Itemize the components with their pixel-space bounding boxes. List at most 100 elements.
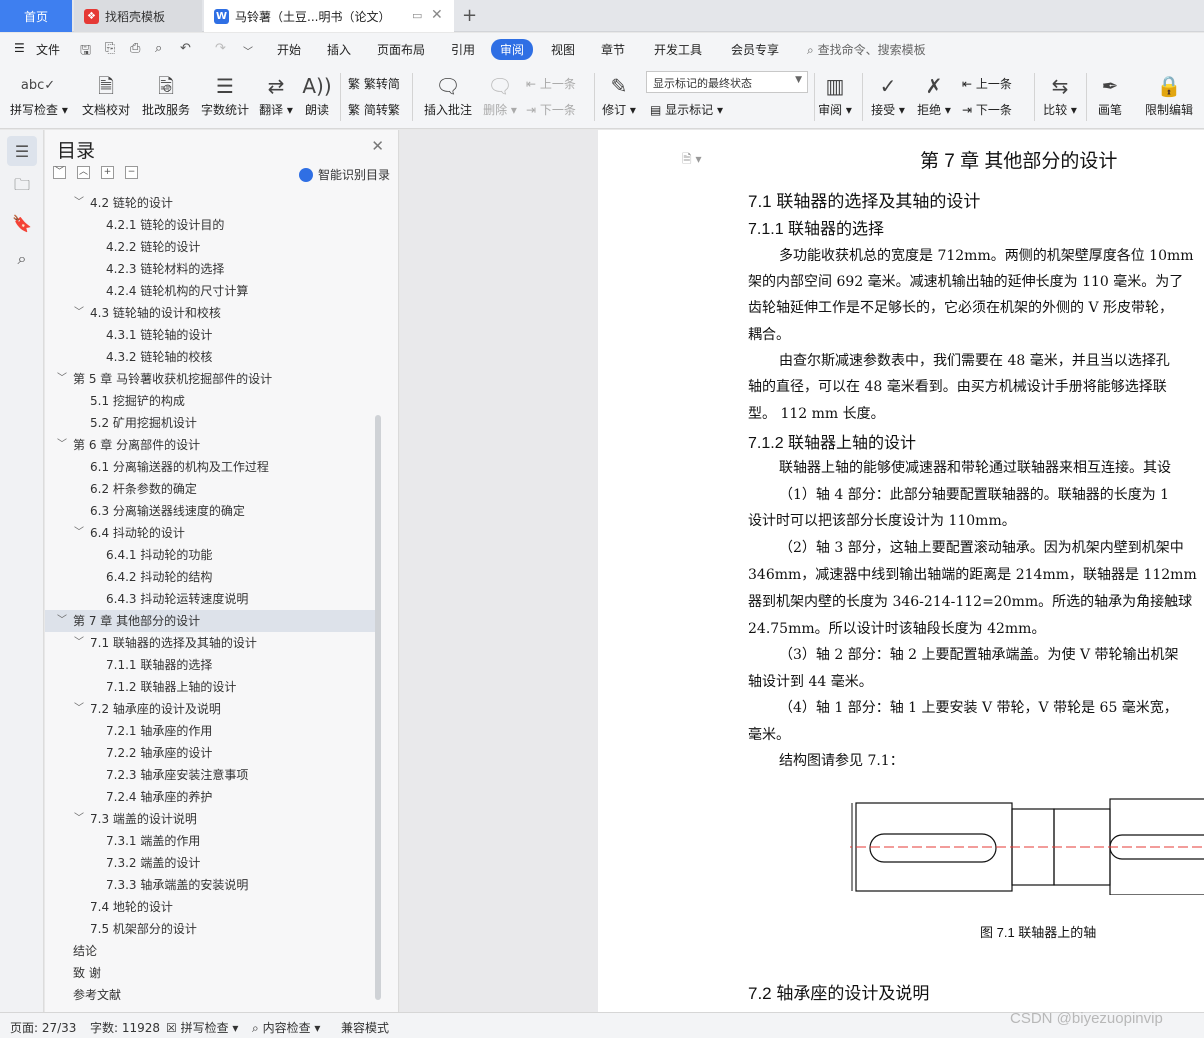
toc-item[interactable]: 4.2.4 链轮机构的尺寸计算: [45, 280, 375, 302]
tab-home[interactable]: 首页: [0, 0, 72, 32]
toc-item[interactable]: 6.1 分离输送器的机构及工作过程: [45, 456, 375, 478]
toc-item[interactable]: 4.2.3 链轮材料的选择: [45, 258, 375, 280]
chevron-down-icon[interactable]: ﹀: [57, 368, 67, 390]
compare-button[interactable]: ⇆ 比较 ▾: [1040, 71, 1080, 118]
toc-item[interactable]: 4.3.2 链轮轴的校核: [45, 346, 375, 368]
toc-item[interactable]: 5.2 矿用挖掘机设计: [45, 412, 375, 434]
menu-file[interactable]: 文件: [36, 41, 60, 58]
chevron-down-icon[interactable]: ﹀: [74, 302, 84, 324]
reject-button[interactable]: ✗ 拒绝 ▾: [914, 71, 954, 118]
next-comment-button[interactable]: ⇥ 下一条: [526, 101, 576, 118]
expand-up-icon[interactable]: ︿: [77, 166, 90, 179]
search-icon[interactable]: ⌕: [7, 244, 37, 274]
toc-item[interactable]: 7.3.1 端盖的作用: [45, 830, 375, 852]
toc-item[interactable]: ﹀ 6.4 抖动轮的设计: [45, 522, 375, 544]
toc-item[interactable]: 6.2 杆条参数的确定: [45, 478, 375, 500]
toc-item[interactable]: ﹀ 7.1 联轴器的选择及其轴的设计: [45, 632, 375, 654]
collapse-all-icon[interactable]: ﹀: [53, 166, 66, 179]
annotate-service-button[interactable]: 🗟 批改服务: [140, 71, 192, 118]
toc-item[interactable]: 5.1 挖掘铲的构成: [45, 390, 375, 412]
chevron-down-icon[interactable]: ﹀: [74, 698, 84, 720]
toc-item[interactable]: 致 谢: [45, 962, 375, 984]
toc-item[interactable]: 6.4.2 抖动轮的结构: [45, 566, 375, 588]
menu-review[interactable]: 审阅: [491, 39, 534, 60]
spell-check-status[interactable]: ☒ 拼写检查 ▾: [166, 1019, 238, 1036]
toc-item[interactable]: 7.5 机架部分的设计: [45, 918, 375, 940]
toc-item[interactable]: ﹀ 4.2 链轮的设计: [45, 192, 375, 214]
toc-item[interactable]: 7.2.1 轴承座的作用: [45, 720, 375, 742]
word-count-indicator[interactable]: 字数: 11928: [90, 1019, 160, 1036]
menu-section[interactable]: 章节: [601, 41, 625, 58]
pin-icon[interactable]: ▭: [412, 9, 422, 22]
simp-to-trad-button[interactable]: 繁 简转繁: [348, 101, 400, 118]
toc-item[interactable]: ﹀ 7.3 端盖的设计说明: [45, 808, 375, 830]
toc-item[interactable]: 7.2.2 轴承座的设计: [45, 742, 375, 764]
chevron-down-icon[interactable]: ﹀: [74, 522, 84, 544]
toc-item[interactable]: 6.4.3 抖动轮运转速度说明: [45, 588, 375, 610]
toc-item[interactable]: 7.2.4 轴承座的养护: [45, 786, 375, 808]
markup-state-select[interactable]: 显示标记的最终状态 ▼: [646, 71, 808, 93]
toc-item[interactable]: 结论: [45, 940, 375, 962]
menu-view[interactable]: 视图: [551, 41, 575, 58]
review-pane-button[interactable]: ▥ 审阅 ▾: [816, 71, 854, 118]
toc-item[interactable]: 7.2.3 轴承座安装注意事项: [45, 764, 375, 786]
new-tab-icon[interactable]: +: [462, 5, 477, 26]
toc-item[interactable]: ﹀ 7.2 轴承座的设计及说明: [45, 698, 375, 720]
preview-icon[interactable]: ⌕: [155, 41, 162, 56]
toc-item[interactable]: 7.4 地轮的设计: [45, 896, 375, 918]
command-search[interactable]: ⌕ 查找命令、搜索模板: [807, 41, 926, 58]
menu-reference[interactable]: 引用: [451, 41, 475, 58]
nav-pane-icon[interactable]: 🗀: [7, 172, 37, 202]
doc-proof-button[interactable]: 🗎 文档校对: [80, 71, 132, 118]
toc-rail-icon[interactable]: ☰: [7, 136, 37, 166]
hamburger-icon[interactable]: ☰: [14, 41, 25, 55]
smart-toc-button[interactable]: 智能识别目录: [298, 166, 390, 183]
menu-insert[interactable]: 插入: [327, 41, 351, 58]
toc-item[interactable]: ﹀ 第 6 章 分离部件的设计: [45, 434, 375, 456]
chevron-down-icon[interactable]: ﹀: [57, 610, 67, 632]
chevron-down-icon[interactable]: ﹀: [74, 808, 84, 830]
toc-item[interactable]: 4.2.1 链轮的设计目的: [45, 214, 375, 236]
toc-item[interactable]: 参考文献: [45, 984, 375, 1006]
export-icon[interactable]: ⎘: [105, 41, 115, 56]
tab-template[interactable]: ❖ 找稻壳模板: [74, 0, 202, 32]
content-check-status[interactable]: ⌕ 内容检查 ▾: [252, 1019, 320, 1036]
close-icon[interactable]: ✕: [371, 137, 384, 155]
print-icon[interactable]: ⎙: [130, 41, 140, 56]
menu-layout[interactable]: 页面布局: [377, 41, 425, 58]
save-icon[interactable]: 🖫: [80, 41, 91, 63]
menu-member[interactable]: 会员专享: [731, 41, 779, 58]
toc-item[interactable]: 7.1.1 联轴器的选择: [45, 654, 375, 676]
toc-item[interactable]: ﹀ 4.3 链轮轴的设计和校核: [45, 302, 375, 324]
redo-icon[interactable]: ↷: [215, 41, 226, 56]
spell-check-button[interactable]: abc✓ 拼写检查 ▾: [10, 71, 68, 118]
page-menu-icon[interactable]: 🗎 ▾: [682, 150, 702, 171]
add-heading-icon[interactable]: +: [101, 166, 114, 179]
insert-comment-button[interactable]: 🗨 插入批注: [420, 71, 476, 118]
undo-icon[interactable]: ↶: [180, 41, 191, 56]
document-page[interactable]: 🗎 ▾ 第 7 章 其他部分的设计 7.1 联轴器的选择及其轴的设计 7.1.1…: [598, 130, 1204, 1012]
track-changes-button[interactable]: ✎ 修订 ▾: [600, 71, 638, 118]
close-tab-icon[interactable]: ✕: [431, 7, 443, 23]
show-marks-button[interactable]: ▤ 显示标记 ▾: [650, 101, 723, 118]
pen-button[interactable]: ✒ 画笔: [1092, 71, 1128, 118]
menu-start[interactable]: 开始: [277, 41, 301, 58]
prev-comment-button[interactable]: ⇤ 上一条: [526, 75, 576, 92]
chevron-down-icon[interactable]: ﹀: [74, 192, 84, 214]
quick-access-more-icon[interactable]: ﹀: [243, 43, 253, 58]
toc-scrollbar[interactable]: [375, 415, 381, 1000]
toc-item[interactable]: ﹀ 第 5 章 马铃薯收获机挖掘部件的设计: [45, 368, 375, 390]
toc-item[interactable]: 4.3.1 链轮轴的设计: [45, 324, 375, 346]
translate-button[interactable]: ⇄ 翻译 ▾: [256, 71, 296, 118]
page-indicator[interactable]: 页面: 27/33: [10, 1019, 76, 1036]
toc-item[interactable]: 4.2.2 链轮的设计: [45, 236, 375, 258]
word-count-button[interactable]: ☰ 字数统计: [199, 71, 251, 118]
remove-heading-icon[interactable]: −: [125, 166, 138, 179]
chevron-down-icon[interactable]: ﹀: [74, 632, 84, 654]
chevron-down-icon[interactable]: ﹀: [57, 434, 67, 456]
delete-comment-button[interactable]: 🗨 删除 ▾: [480, 71, 520, 118]
toc-item[interactable]: 7.3.3 轴承端盖的安装说明: [45, 874, 375, 896]
prev-change-button[interactable]: ⇤ 上一条: [962, 75, 1012, 92]
restrict-edit-button[interactable]: 🔒 限制编辑: [1140, 71, 1198, 118]
toc-item[interactable]: ﹀ 第 7 章 其他部分的设计: [45, 610, 375, 632]
